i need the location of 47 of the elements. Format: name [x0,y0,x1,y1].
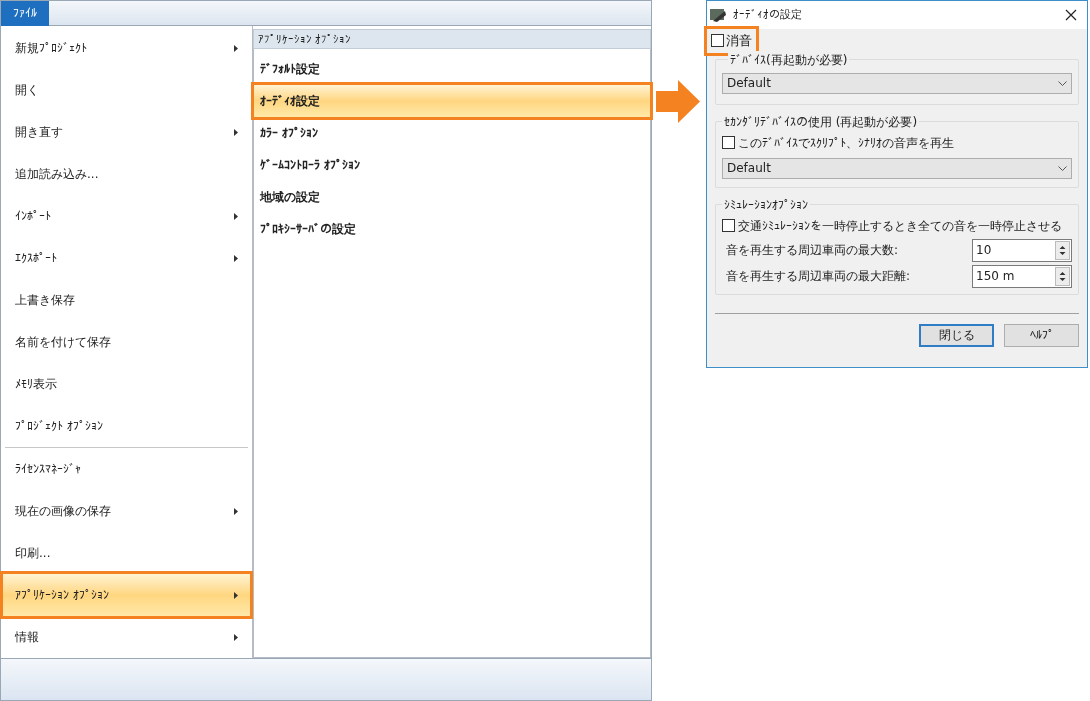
device-dropdown[interactable]: Default [722,157,1072,179]
checkbox-label: 交通ｼﾐｭﾚｰｼｮﾝを一時停止するとき全ての音を一時停止させる [738,217,1062,235]
checkbox-label: このﾃﾞﾊﾞｲｽでｽｸﾘﾌﾟﾄ、ｼﾅﾘｵの音声を再生 [738,134,954,152]
menu-item[interactable]: 名前を付けて保存 [3,321,250,363]
menu-item[interactable]: 上書き保存 [3,279,250,321]
submenu-item[interactable]: ｹﾞｰﾑｺﾝﾄﾛｰﾗ ｵﾌﾟｼｮﾝ [254,149,650,181]
field-label: 音を再生する周辺車両の最大距離: [726,268,911,285]
chevron-down-icon [1058,80,1067,86]
spin-field[interactable]: 10 [972,238,1072,262]
menu-item[interactable]: 印刷... [3,532,250,574]
submenu-item[interactable]: ﾌﾟﾛｷｼｰｻｰﾊﾞの設定 [254,213,650,245]
arrow-drawing [656,80,700,123]
menu-item[interactable]: 追加読み込み... [3,153,250,195]
submenu-item[interactable]: ﾃﾞﾌｫﾙﾄ設定 [254,53,650,85]
menu-item[interactable]: ｱﾌﾟﾘｹｰｼｮﾝ ｵﾌﾟｼｮﾝ [3,574,250,616]
submenu-item[interactable]: ｵｰﾃﾞｨｵ設定 [254,85,650,117]
menu-item[interactable]: 開き直す [3,111,250,153]
menu-item[interactable]: 開く [3,69,250,111]
menu-item[interactable]: ｴｸｽﾎﾟｰﾄ [3,237,250,279]
submenu-item[interactable]: ｶﾗｰ ｵﾌﾟｼｮﾝ [254,117,650,149]
submenu-header: ｱﾌﾟﾘｹｰｼｮﾝ ｵﾌﾟｼｮﾝ [253,29,651,49]
menu-item[interactable]: ﾒﾓﾘ表示 [3,363,250,405]
group-title: ﾃﾞﾊﾞｲｽ(再起動が必要) [728,50,850,69]
menu-item[interactable]: ﾗｲｾﾝｽﾏﾈｰｼﾞｬ [3,448,250,490]
checkbox[interactable] [722,136,735,149]
spin-arrows-icon[interactable] [1055,266,1070,286]
dialog-button[interactable]: ﾍﾙﾌﾟ [1004,323,1079,347]
dialog-button[interactable]: 閉じる [919,323,994,347]
mute-checkbox-callout[interactable]: 消音 [707,29,756,53]
field-label: 音を再生する周辺車両の最大数: [726,242,899,259]
spin-arrows-icon[interactable] [1055,240,1070,260]
checkbox[interactable] [711,34,724,48]
menu-item[interactable]: ﾌﾟﾛｼﾞｪｸﾄ ｵﾌﾟｼｮﾝ [3,405,250,447]
chevron-down-icon [1058,165,1067,171]
checkbox-label: 消音 [726,32,752,50]
app-icon [709,7,727,23]
device-dropdown[interactable]: Default [722,72,1072,94]
submenu-item[interactable]: 地域の設定 [254,181,650,213]
menu-item[interactable]: ｲﾝﾎﾟｰﾄ [3,195,250,237]
menu-item[interactable]: 情報 [3,616,250,658]
file-tab[interactable]: ﾌｧｲﾙ [1,1,49,26]
spin-field[interactable]: 150 m [972,264,1072,288]
menu-item[interactable]: 現在の画像の保存 [3,490,250,532]
close-icon[interactable] [1065,9,1077,21]
menu-item[interactable]: 新規ﾌﾟﾛｼﾞｪｸﾄ [3,27,250,69]
dialog-title: ｵｰﾃﾞｨｵの設定 [733,6,802,23]
checkbox[interactable] [722,219,735,232]
